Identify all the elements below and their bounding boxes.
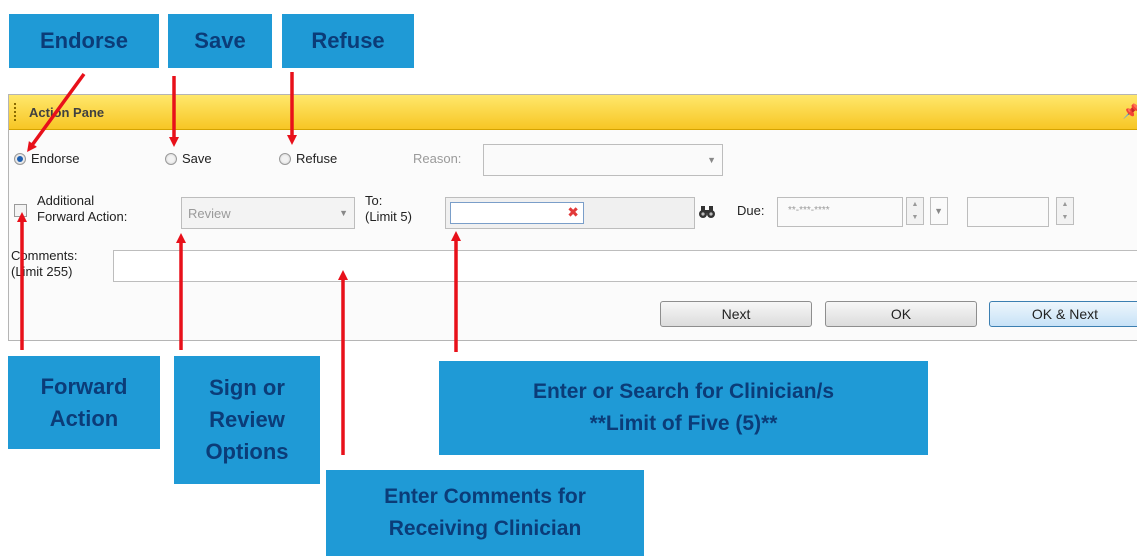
arrow-endorse — [27, 72, 86, 153]
annotation-arrows — [17, 72, 461, 455]
